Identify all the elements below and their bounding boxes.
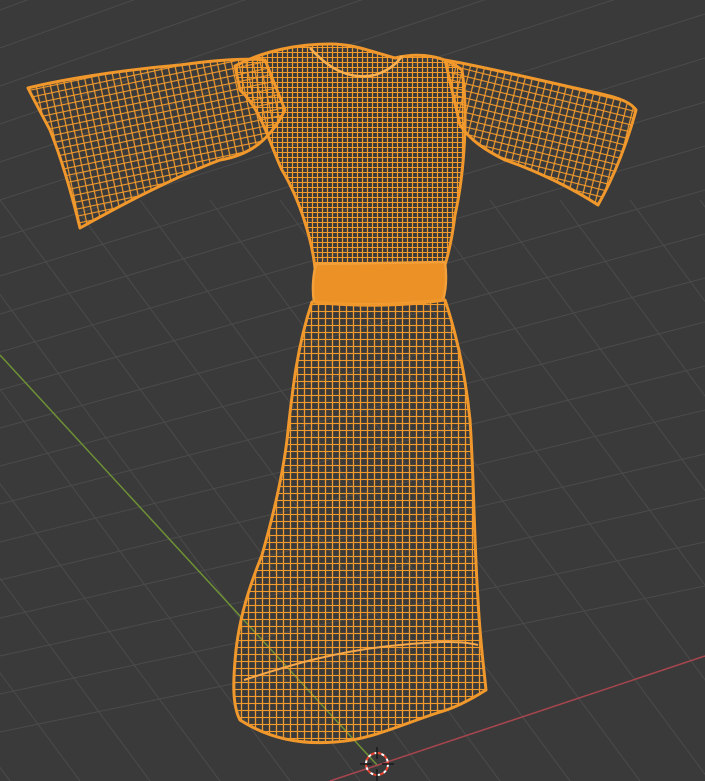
belt-band[interactable] (311, 260, 448, 306)
skirt-mesh[interactable] (232, 298, 488, 745)
torso-mesh[interactable] (233, 42, 467, 270)
viewport-canvas[interactable] (0, 0, 705, 781)
grid-line (0, 0, 135, 49)
grid-line (699, 199, 705, 208)
right-sleeve-mesh[interactable] (443, 58, 638, 207)
grid-line (559, 199, 705, 397)
3d-viewport[interactable] (0, 0, 705, 781)
grid-line (0, 482, 221, 781)
grid-line (0, 672, 81, 781)
grid-line (629, 199, 705, 303)
dress-wireframe-mesh[interactable] (26, 42, 638, 745)
grid-line (489, 199, 705, 492)
